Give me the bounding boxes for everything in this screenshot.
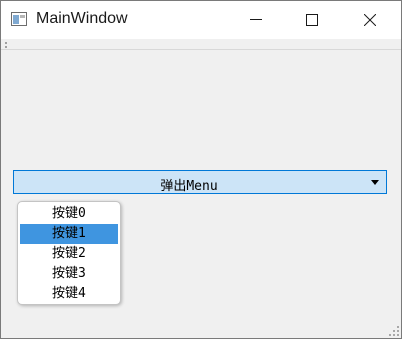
- menu-item-label: 按键0: [52, 206, 86, 221]
- title-bar[interactable]: MainWindow: [1, 1, 401, 39]
- menu-item-label: 按键3: [52, 266, 86, 281]
- maximize-icon: [306, 14, 318, 26]
- combo-label: 弹出Menu: [160, 179, 218, 194]
- maximize-button[interactable]: [289, 1, 335, 39]
- resize-grip-icon[interactable]: [389, 326, 399, 336]
- menu-item-1[interactable]: 按键1: [20, 224, 118, 244]
- menu-item-label: 按键2: [52, 246, 86, 261]
- menu-item-label: 按键4: [52, 286, 86, 301]
- menu-item-2[interactable]: 按键2: [20, 244, 118, 264]
- dropdown-menu: 按键0 按键1 按键2 按键3 按键4: [17, 201, 121, 305]
- toolbar-divider: [1, 49, 401, 50]
- menu-item-4[interactable]: 按键4: [20, 284, 118, 304]
- close-icon: [364, 14, 376, 26]
- main-window: MainWindow 弹出Menu 按键0 按键1 按键2 按键3 按键4: [0, 0, 402, 339]
- window-title: MainWindow: [36, 10, 128, 27]
- menu-item-3[interactable]: 按键3: [20, 264, 118, 284]
- popup-menu-combo[interactable]: 弹出Menu: [13, 170, 387, 194]
- menu-item-label: 按键1: [52, 226, 86, 241]
- menu-item-0[interactable]: 按键0: [20, 204, 118, 224]
- close-button[interactable]: [347, 1, 393, 39]
- minimize-icon: [250, 19, 262, 20]
- minimize-button[interactable]: [233, 1, 279, 39]
- app-window-icon: [11, 12, 27, 26]
- dropdown-arrow-icon[interactable]: [371, 180, 379, 185]
